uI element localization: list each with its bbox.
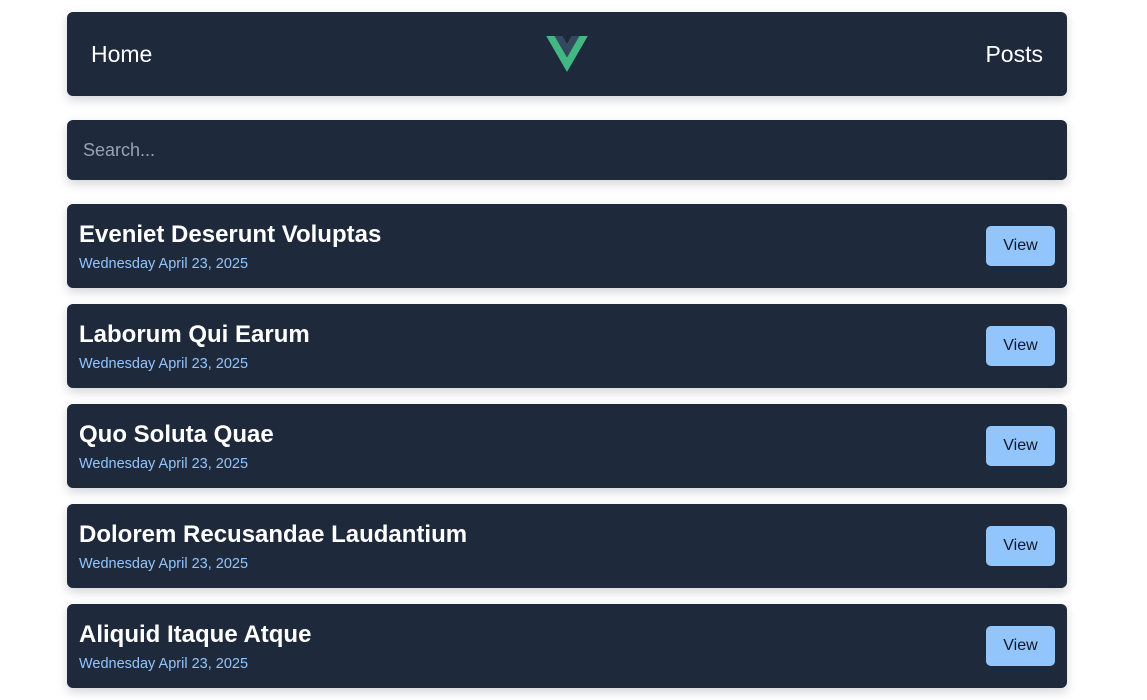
navbar: Home Posts: [67, 12, 1067, 96]
post-title: Aliquid Itaque Atque: [79, 621, 312, 648]
post-date: Wednesday April 23, 2025: [79, 256, 249, 272]
view-button[interactable]: View: [986, 326, 1055, 366]
view-button[interactable]: View: [986, 526, 1055, 566]
post-date: Wednesday April 23, 2025: [79, 656, 249, 672]
post-text: Dolorem Recusandae Laudantium Wednesday …: [79, 520, 467, 572]
post-title: Laborum Qui Earum: [79, 321, 310, 348]
post-date: Wednesday April 23, 2025: [79, 356, 249, 372]
post-text: Aliquid Itaque Atque Wednesday April 23,…: [79, 620, 311, 672]
post-text: Laborum Qui Earum Wednesday April 23, 20…: [79, 320, 310, 372]
post-title: Quo Soluta Quae: [79, 421, 274, 448]
post-title: Dolorem Recusandae Laudantium: [79, 521, 468, 548]
nav-home-link[interactable]: Home: [91, 41, 152, 68]
page-container: Home Posts Eveniet Deserunt Voluptas Wed…: [67, 12, 1067, 688]
view-button[interactable]: View: [986, 426, 1055, 466]
view-button[interactable]: View: [986, 226, 1055, 266]
post-title: Eveniet Deserunt Voluptas: [79, 221, 382, 248]
nav-posts-link[interactable]: Posts: [985, 41, 1043, 68]
post-card: Quo Soluta Quae Wednesday April 23, 2025…: [67, 404, 1067, 488]
post-date: Wednesday April 23, 2025: [79, 456, 249, 472]
post-date: Wednesday April 23, 2025: [79, 556, 249, 572]
view-button[interactable]: View: [986, 626, 1055, 666]
post-card: Aliquid Itaque Atque Wednesday April 23,…: [67, 604, 1067, 688]
post-card: Eveniet Deserunt Voluptas Wednesday Apri…: [67, 204, 1067, 288]
search-input[interactable]: [67, 120, 1067, 180]
search-bar: [67, 120, 1067, 180]
vue-logo-icon[interactable]: [546, 36, 588, 72]
post-card: Dolorem Recusandae Laudantium Wednesday …: [67, 504, 1067, 588]
post-card: Laborum Qui Earum Wednesday April 23, 20…: [67, 304, 1067, 388]
post-list: Eveniet Deserunt Voluptas Wednesday Apri…: [67, 204, 1067, 688]
post-text: Eveniet Deserunt Voluptas Wednesday Apri…: [79, 220, 381, 272]
post-text: Quo Soluta Quae Wednesday April 23, 2025: [79, 420, 274, 472]
